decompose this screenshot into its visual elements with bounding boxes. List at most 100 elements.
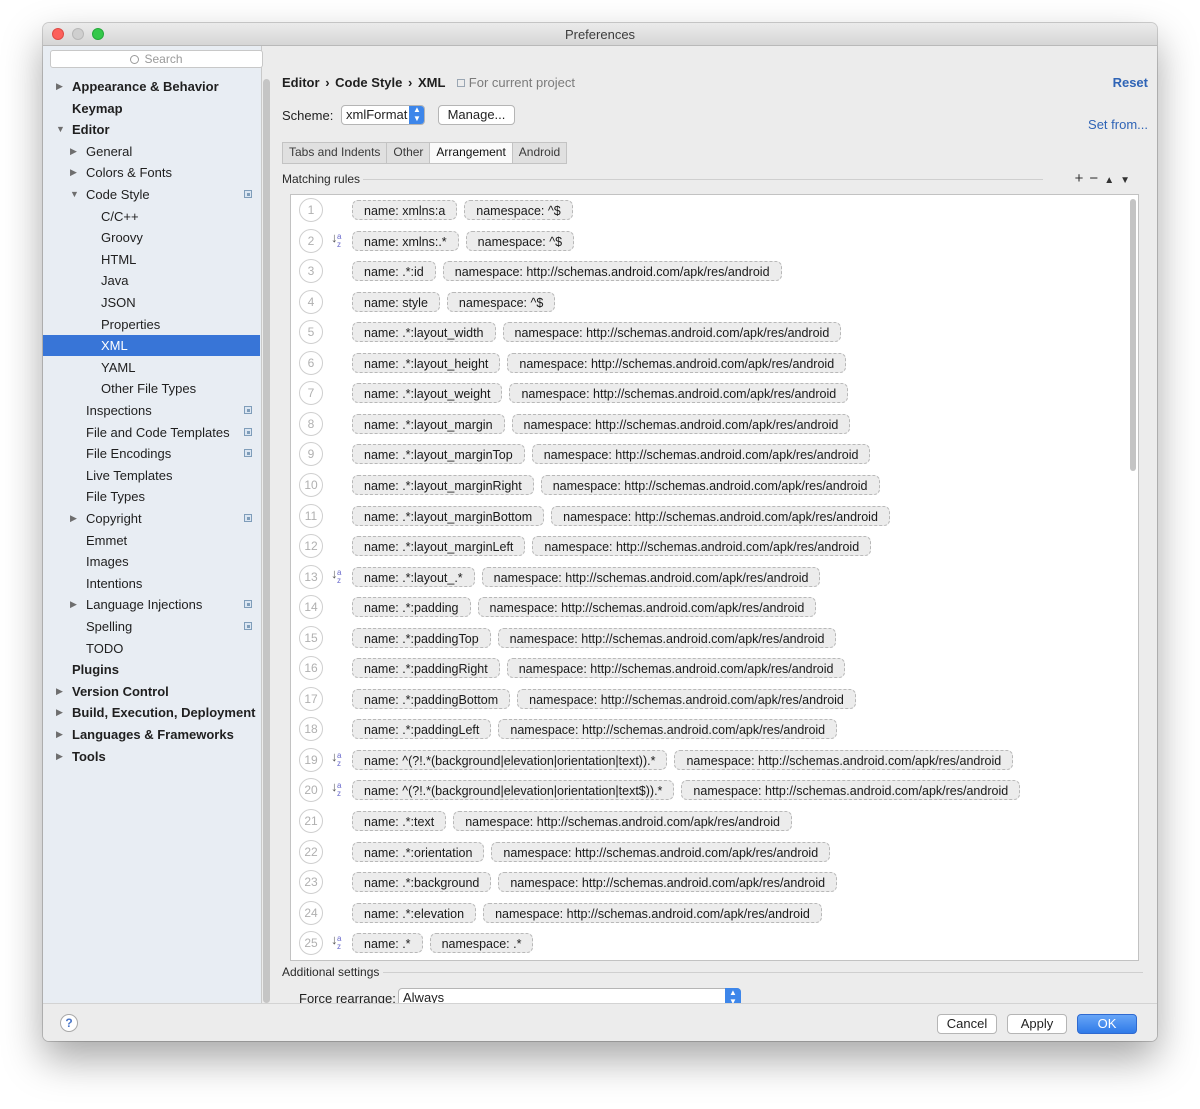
rule-namespace-token[interactable]: namespace: http://schemas.android.com/ap… [503, 322, 842, 342]
rule-namespace-token[interactable]: namespace: http://schemas.android.com/ap… [541, 475, 880, 495]
rule-namespace-token[interactable]: namespace: http://schemas.android.com/ap… [491, 842, 830, 862]
rule-name-token[interactable]: name: .* [352, 933, 423, 953]
rule-namespace-token[interactable]: namespace: http://schemas.android.com/ap… [509, 383, 848, 403]
rule-namespace-token[interactable]: namespace: http://schemas.android.com/ap… [483, 903, 822, 923]
rule-row[interactable]: 7name: .*:layout_weightnamespace: http:/… [291, 378, 1121, 408]
sidebar-item[interactable]: TODO [43, 638, 260, 659]
sidebar-item[interactable]: Live Templates [43, 465, 260, 486]
sidebar-item[interactable]: Properties [43, 314, 260, 335]
sidebar-item[interactable]: ▶Appearance & Behavior [43, 76, 260, 97]
sidebar-item[interactable]: Plugins [43, 659, 260, 680]
chevron-right-icon[interactable]: ▶ [70, 508, 77, 529]
rule-name-token[interactable]: name: .*:paddingBottom [352, 689, 510, 709]
rule-row[interactable]: 9name: .*:layout_marginTopnamespace: htt… [291, 439, 1121, 469]
sidebar-item[interactable]: Other File Types [43, 378, 260, 399]
rule-name-token[interactable]: name: .*:layout_weight [352, 383, 502, 403]
rule-row[interactable]: 12name: .*:layout_marginLeftnamespace: h… [291, 531, 1121, 561]
rule-name-token[interactable]: name: .*:layout_marginTop [352, 444, 525, 464]
sidebar-item[interactable]: ▶Build, Execution, Deployment [43, 702, 260, 723]
rule-name-token[interactable]: name: .*:orientation [352, 842, 484, 862]
rule-name-token[interactable]: name: .*:padding [352, 597, 471, 617]
sidebar-item[interactable]: Intentions [43, 573, 260, 594]
rule-name-token[interactable]: name: style [352, 292, 440, 312]
rule-namespace-token[interactable]: namespace: http://schemas.android.com/ap… [532, 536, 871, 556]
move-down-icon[interactable]: ▼ [1120, 175, 1136, 186]
sidebar-scrollbar[interactable] [263, 79, 270, 1003]
move-up-icon[interactable]: ▲ [1104, 175, 1120, 186]
rule-namespace-token[interactable]: namespace: http://schemas.android.com/ap… [674, 750, 1013, 770]
sidebar-item[interactable]: ▶Languages & Frameworks [43, 724, 260, 745]
sidebar-item[interactable]: Groovy [43, 227, 260, 248]
rule-row[interactable]: 5name: .*:layout_widthnamespace: http://… [291, 317, 1121, 347]
rule-namespace-token[interactable]: namespace: http://schemas.android.com/ap… [498, 628, 837, 648]
tab-tabs-and-indents[interactable]: Tabs and Indents [283, 143, 387, 163]
sidebar-item[interactable]: HTML [43, 249, 260, 270]
rule-name-token[interactable]: name: .*:id [352, 261, 436, 281]
chevron-right-icon[interactable]: ▶ [56, 724, 63, 745]
rule-row[interactable]: 1name: xmlns:anamespace: ^$ [291, 195, 1121, 225]
rule-name-token[interactable]: name: .*:layout_.* [352, 567, 475, 587]
chevron-down-icon[interactable]: ▼ [56, 119, 65, 140]
chevron-right-icon[interactable]: ▶ [56, 76, 63, 97]
rule-row[interactable]: 21name: .*:textnamespace: http://schemas… [291, 806, 1121, 836]
add-icon[interactable]: + [1075, 170, 1090, 187]
sidebar-item[interactable]: Emmet [43, 530, 260, 551]
rules-scrollbar[interactable] [1130, 199, 1136, 471]
rule-name-token[interactable]: name: .*:elevation [352, 903, 476, 923]
rule-namespace-token[interactable]: namespace: http://schemas.android.com/ap… [453, 811, 792, 831]
tab-other[interactable]: Other [387, 143, 430, 163]
rule-name-token[interactable]: name: .*:layout_margin [352, 414, 505, 434]
sidebar-item[interactable]: File Encodings [43, 443, 260, 464]
rule-row[interactable]: 3name: .*:idnamespace: http://schemas.an… [291, 256, 1121, 286]
rule-row[interactable]: 6name: .*:layout_heightnamespace: http:/… [291, 348, 1121, 378]
sidebar-item[interactable]: ▼Editor [43, 119, 260, 140]
set-from-link[interactable]: Set from... [1088, 117, 1148, 132]
rule-namespace-token[interactable]: namespace: http://schemas.android.com/ap… [512, 414, 851, 434]
sidebar-item[interactable]: YAML [43, 357, 260, 378]
rule-name-token[interactable]: name: .*:background [352, 872, 491, 892]
sidebar-item[interactable]: File Types [43, 486, 260, 507]
rule-namespace-token[interactable]: namespace: ^$ [466, 231, 574, 251]
scheme-select[interactable]: xmlFormat ▲▼ [341, 105, 425, 125]
sidebar-item[interactable]: Java [43, 270, 260, 291]
rule-name-token[interactable]: name: .*:layout_marginBottom [352, 506, 544, 526]
rule-namespace-token[interactable]: namespace: http://schemas.android.com/ap… [498, 719, 837, 739]
rule-namespace-token[interactable]: namespace: http://schemas.android.com/ap… [681, 780, 1020, 800]
rule-name-token[interactable]: name: .*:layout_marginLeft [352, 536, 525, 556]
rule-name-token[interactable]: name: .*:paddingRight [352, 658, 500, 678]
sidebar-item[interactable]: ▼Code Style [43, 184, 260, 205]
sidebar-item[interactable]: File and Code Templates [43, 422, 260, 443]
cancel-button[interactable]: Cancel [937, 1014, 997, 1034]
rule-name-token[interactable]: name: .*:text [352, 811, 446, 831]
help-button[interactable]: ? [60, 1014, 78, 1032]
sidebar-item[interactable]: XML [43, 335, 260, 356]
rule-row[interactable]: 8name: .*:layout_marginnamespace: http:/… [291, 409, 1121, 439]
rule-namespace-token[interactable]: namespace: http://schemas.android.com/ap… [551, 506, 890, 526]
rule-name-token[interactable]: name: ^(?!.*(background|elevation|orient… [352, 750, 667, 770]
reset-link[interactable]: Reset [1113, 75, 1148, 90]
tab-arrangement[interactable]: Arrangement [430, 143, 512, 163]
rule-row[interactable]: 20↓azname: ^(?!.*(background|elevation|o… [291, 775, 1121, 805]
rule-name-token[interactable]: name: xmlns:a [352, 200, 457, 220]
sidebar-item[interactable]: ▶Colors & Fonts [43, 162, 260, 183]
rule-row[interactable]: 15name: .*:paddingTopnamespace: http://s… [291, 623, 1121, 653]
sidebar-item[interactable]: ▶General [43, 141, 260, 162]
rule-row[interactable]: 19↓azname: ^(?!.*(background|elevation|o… [291, 745, 1121, 775]
rule-row[interactable]: 11name: .*:layout_marginBottomnamespace:… [291, 501, 1121, 531]
manage-button[interactable]: Manage... [438, 105, 515, 125]
rule-namespace-token[interactable]: namespace: http://schemas.android.com/ap… [532, 444, 871, 464]
rule-row[interactable]: 17name: .*:paddingBottomnamespace: http:… [291, 684, 1121, 714]
chevron-right-icon[interactable]: ▶ [70, 141, 77, 162]
rule-namespace-token[interactable]: namespace: http://schemas.android.com/ap… [482, 567, 821, 587]
rule-row[interactable]: 22name: .*:orientationnamespace: http://… [291, 837, 1121, 867]
ok-button[interactable]: OK [1077, 1014, 1137, 1034]
rule-row[interactable]: 14name: .*:paddingnamespace: http://sche… [291, 592, 1121, 622]
sidebar-item[interactable]: Inspections [43, 400, 260, 421]
sidebar-item[interactable]: ▶Tools [43, 746, 260, 767]
rule-row[interactable]: 4name: stylenamespace: ^$ [291, 287, 1121, 317]
apply-button[interactable]: Apply [1007, 1014, 1067, 1034]
chevron-down-icon[interactable]: ▼ [70, 184, 79, 205]
rule-row[interactable]: 16name: .*:paddingRightnamespace: http:/… [291, 653, 1121, 683]
rule-row[interactable]: 23name: .*:backgroundnamespace: http://s… [291, 867, 1121, 897]
rule-namespace-token[interactable]: namespace: ^$ [447, 292, 555, 312]
